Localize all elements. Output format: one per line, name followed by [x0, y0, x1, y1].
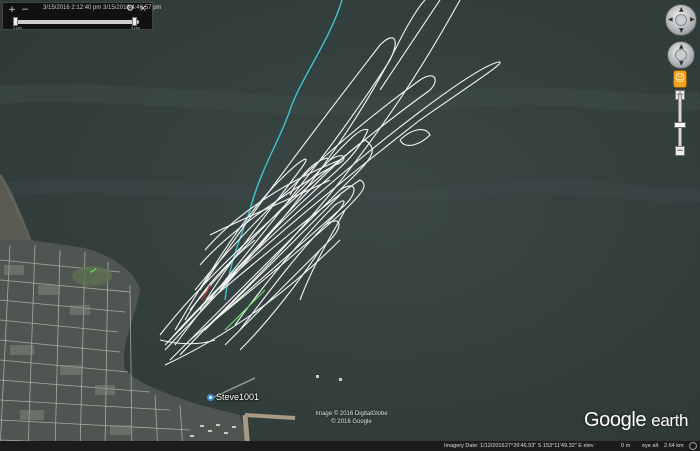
settings-icon[interactable]: ⚙: [125, 4, 135, 14]
eye-alt-value: 2.64 km: [664, 443, 684, 449]
buoy-marker: [316, 375, 319, 378]
eye-alt-label: eye alt: [642, 443, 659, 449]
look-up-arrow-icon[interactable]: ▲: [679, 7, 684, 13]
zoom-out-time-icon[interactable]: −: [20, 5, 30, 15]
imagery-credit-line-1: Image © 2016 DigitalGlobe: [315, 411, 388, 417]
park: [72, 266, 112, 286]
time-slider-left-icons: + −: [7, 4, 30, 16]
coordinates-readout: 27°26'46.93" S 153°11'49.32" E elev: [505, 443, 594, 449]
move-joystick-center[interactable]: [675, 49, 687, 61]
imagery-date: Imagery Date: 1/12/2016: [444, 443, 505, 449]
placemark-label[interactable]: Steve1001: [216, 392, 259, 402]
zoom-in-time-icon[interactable]: +: [7, 5, 17, 15]
look-down-arrow-icon[interactable]: ▼: [679, 28, 684, 34]
status-bar: Imagery Date: 1/12/2016 27°26'46.93" S 1…: [0, 441, 700, 451]
time-slider[interactable]: + − 3/15/2016 2:12:40 pm 3/15/2016 4:46:…: [2, 2, 161, 30]
logo-word-google: Google: [584, 409, 647, 431]
move-down-arrow-icon[interactable]: ▼: [679, 61, 684, 67]
look-left-arrow-icon[interactable]: ◀: [668, 17, 673, 23]
zoom-slider-thumb[interactable]: [674, 122, 686, 128]
imagery-credit: Image © 2016 DigitalGlobe © 2016 Google: [314, 410, 389, 426]
time-right-label: 4 pm: [131, 25, 140, 30]
time-left-label: 2 pm: [13, 25, 22, 30]
street-view-pegman-icon[interactable]: ☺: [673, 70, 687, 88]
satellite-map[interactable]: [0, 0, 700, 451]
logo-word-earth: earth: [651, 411, 689, 430]
look-joystick-center[interactable]: [675, 14, 687, 26]
placemark[interactable]: Steve1001: [207, 392, 259, 402]
placemark-pin-icon[interactable]: [207, 393, 214, 401]
move-joystick[interactable]: ▲ ▼: [667, 41, 695, 69]
time-slider-tools: ⚙ ×: [125, 4, 148, 14]
zoom-out-button[interactable]: −: [675, 146, 685, 156]
look-right-arrow-icon[interactable]: ▶: [690, 17, 695, 23]
streaming-status-icon: [689, 442, 697, 450]
elevation-readout: 0 m: [621, 443, 631, 449]
time-track[interactable]: [13, 17, 139, 26]
buoy-marker: [339, 378, 342, 381]
look-joystick[interactable]: ▲ ▼ ◀ ▶: [665, 4, 697, 36]
close-icon[interactable]: ×: [138, 4, 148, 14]
navigation-controls: ▲ ▼ ◀ ▶ ▲ ▼ ☺ + −: [664, 4, 698, 164]
imagery-credit-line-2: © 2016 Google: [331, 419, 372, 425]
google-earth-logo: Google earth: [584, 409, 688, 432]
